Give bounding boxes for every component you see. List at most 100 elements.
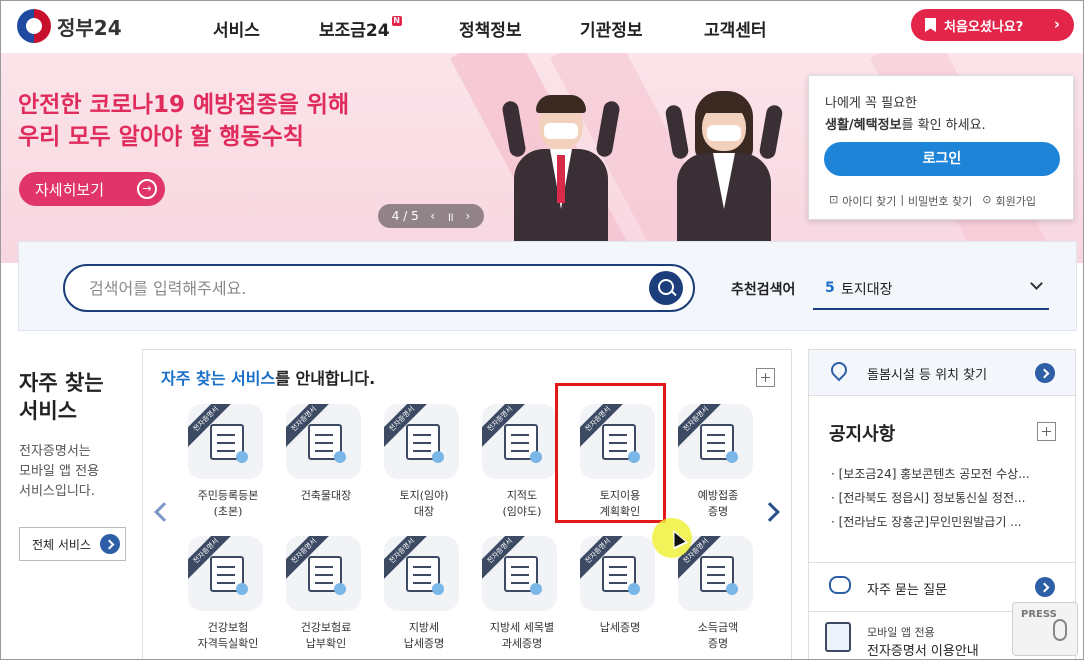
all-services-label: 전체 서비스 — [32, 537, 92, 552]
faq-label: 자주 묻는 질문 — [867, 583, 948, 598]
notice-item[interactable]: · [전라남도 장흥군]무인민원발급기 ... — [831, 510, 1053, 534]
service-icon-tile: 전자증명서 — [188, 536, 263, 611]
first-visit-button[interactable]: 처음오셨나요? › — [911, 9, 1074, 41]
search-icon[interactable] — [649, 271, 683, 305]
carousel-next-icon[interactable] — [760, 502, 780, 522]
notice-list: · [보조금24] 홍보콘텐츠 공모전 수상... · [전라북도 정읍시] 정… — [831, 462, 1053, 534]
pager-pause-icon[interactable]: ॥ — [447, 208, 454, 225]
first-visit-label: 처음오셨나요? — [944, 19, 1024, 35]
service-icon-tile: 전자증명서 — [678, 404, 753, 479]
chat-bubble-icon — [829, 576, 851, 594]
pager-count: 4 / 5 — [391, 209, 419, 223]
notice-more-icon[interactable] — [1037, 422, 1056, 441]
service-icon-tile: 전자증명서 — [188, 404, 263, 479]
service-label: 건축물대장 — [300, 489, 352, 502]
nav-subsidy-label: 보조금24 — [319, 21, 390, 41]
clipboard-check-icon — [308, 556, 346, 595]
nav-services[interactable]: 서비스 — [213, 16, 319, 41]
nav-policy[interactable]: 정책정보 — [459, 16, 580, 41]
notice-heading: 공지사항 — [829, 424, 896, 445]
banner-pager: 4 / 5 ‹ ॥ › — [378, 204, 484, 228]
service-label: 건강보험 자격득실확인 — [197, 621, 259, 650]
service-icon-tile: 전자증명서 — [384, 404, 459, 479]
press-label: PRESS — [1021, 609, 1057, 620]
id-card-icon — [210, 424, 248, 463]
logo-text: 정부24 — [57, 15, 122, 40]
bookmark-icon — [925, 18, 936, 32]
recommend-label: 추천검색어 — [731, 282, 796, 298]
care-facility-finder[interactable]: 돌봄시설 등 위치 찾기 — [809, 350, 1075, 396]
login-intro-rest: 를 확인 하세요. — [901, 118, 986, 133]
frequent-services-desc: 전자증명서는 모바일 앱 전용 서비스입니다. — [19, 444, 100, 499]
site-logo[interactable]: 정부24 — [17, 9, 122, 43]
pager-next-icon[interactable]: › — [465, 209, 470, 223]
document-icon — [406, 556, 444, 595]
site-header: 정부24 서비스 보조금24N 정책정보 기관정보 고객센터 처음오셨나요? › — [1, 1, 1083, 53]
user-icon: ⊙ — [982, 193, 992, 206]
account-links: ⊡ 아이디 찾기 | 비밀번호 찾기 ⊙ 회원가입 — [829, 193, 1040, 209]
service-label: 주민등록등본 (초본) — [197, 489, 259, 518]
signup-link[interactable]: 회원가입 — [995, 193, 1035, 209]
panel-title: 자주 찾는 서비스를 안내합니다. — [161, 365, 375, 389]
browser-viewport: 정부24 서비스 보조금24N 정책정보 기관정보 고객센터 처음오셨나요? ›… — [0, 0, 1084, 660]
service-label: 지방세 세목별 과세증명 — [489, 621, 555, 650]
arrow-circle-icon — [100, 534, 120, 554]
service-label: 예방접종 증명 — [697, 489, 739, 518]
microphone-icon — [1053, 619, 1067, 641]
service-label: 건강보험료 납부확인 — [300, 621, 352, 650]
panel-plus-icon[interactable] — [756, 368, 775, 387]
land-chat-icon — [406, 424, 444, 463]
search-input[interactable] — [89, 276, 609, 300]
service-label: 납세증명 — [599, 621, 641, 634]
nav-support[interactable]: 고객센터 — [704, 16, 767, 41]
notice-item[interactable]: · [전라북도 정읍시] 정보통신실 정전... — [831, 486, 1053, 510]
lock-icon: ⊡ — [829, 193, 839, 206]
all-services-button[interactable]: 전체 서비스 — [19, 527, 126, 561]
notice-item[interactable]: · [보조금24] 홍보콘텐츠 공모전 수상... — [831, 462, 1053, 486]
arrow-circle-icon — [1035, 577, 1055, 597]
find-id-link[interactable]: 아이디 찾기 — [842, 193, 896, 209]
care-facility-label: 돌봄시설 등 위치 찾기 — [867, 368, 988, 383]
search-area: 추천검색어 5 토지대장 — [18, 241, 1077, 331]
login-panel: 나에게 꼭 필요한 생활/혜택정보를 확인 하세요. 로그인 ⊡ 아이디 찾기 … — [808, 75, 1074, 220]
arrow-circle-icon — [1035, 363, 1055, 383]
new-badge: N — [391, 16, 402, 26]
service-label: 소득금액 증명 — [697, 621, 739, 650]
service-icon-tile: 전자증명서 — [286, 536, 361, 611]
recommend-keyword[interactable]: 토지대장 — [841, 279, 893, 299]
mobile-guide-line1: 모바일 앱 전용 — [867, 626, 935, 639]
banner-more-button[interactable]: 자세히보기 → — [19, 172, 165, 206]
service-icon-tile: 전자증명서 — [384, 536, 459, 611]
pager-prev-icon[interactable]: ‹ — [430, 209, 435, 223]
coin-stack-icon — [700, 556, 738, 595]
nav-agency[interactable]: 기관정보 — [580, 16, 704, 41]
mobile-guide-line2: 전자증명서 이용안내 — [867, 644, 979, 659]
main-nav: 서비스 보조금24N 정책정보 기관정보 고객센터 — [213, 16, 767, 41]
search-box — [63, 264, 695, 312]
service-label: 지적도 (임야도) — [502, 489, 542, 518]
login-intro-line2: 생활/혜택정보를 확인 하세요. — [825, 114, 986, 133]
woman-illustration — [664, 71, 784, 263]
checklist-icon — [210, 556, 248, 595]
frequent-services-heading: 자주 찾는 서비스 — [19, 371, 104, 423]
chart-board-icon — [504, 556, 542, 595]
chevron-down-icon[interactable] — [1030, 277, 1043, 290]
service-icon-tile: 전자증명서 — [482, 536, 557, 611]
press-widget[interactable]: PRESS — [1012, 602, 1078, 656]
highlight-annotation — [555, 383, 666, 523]
carousel-prev-icon[interactable] — [154, 502, 174, 522]
taegeuk-logo-icon — [17, 9, 51, 43]
login-button[interactable]: 로그인 — [824, 142, 1060, 176]
recommend-dropdown[interactable]: 5 토지대장 — [813, 270, 1049, 310]
nav-subsidy[interactable]: 보조금24N — [319, 16, 459, 41]
service-icon-tile: 전자증명서 — [482, 404, 557, 479]
hero-banner: 안전한 코로나19 예방접종을 위해 우리 모두 알아야 할 행동수칙 자세히보… — [1, 53, 1083, 263]
find-password-link[interactable]: 비밀번호 찾기 — [908, 193, 972, 209]
receipt-search-icon — [308, 424, 346, 463]
arrow-right-circle-icon: → — [137, 179, 157, 199]
recommend-rank: 5 — [825, 280, 835, 296]
service-label: 지방세 납세증명 — [403, 621, 445, 650]
panel-title-highlight: 자주 찾는 서비스 — [161, 369, 276, 388]
syringe-doc-icon — [700, 424, 738, 463]
man-illustration — [501, 71, 621, 263]
